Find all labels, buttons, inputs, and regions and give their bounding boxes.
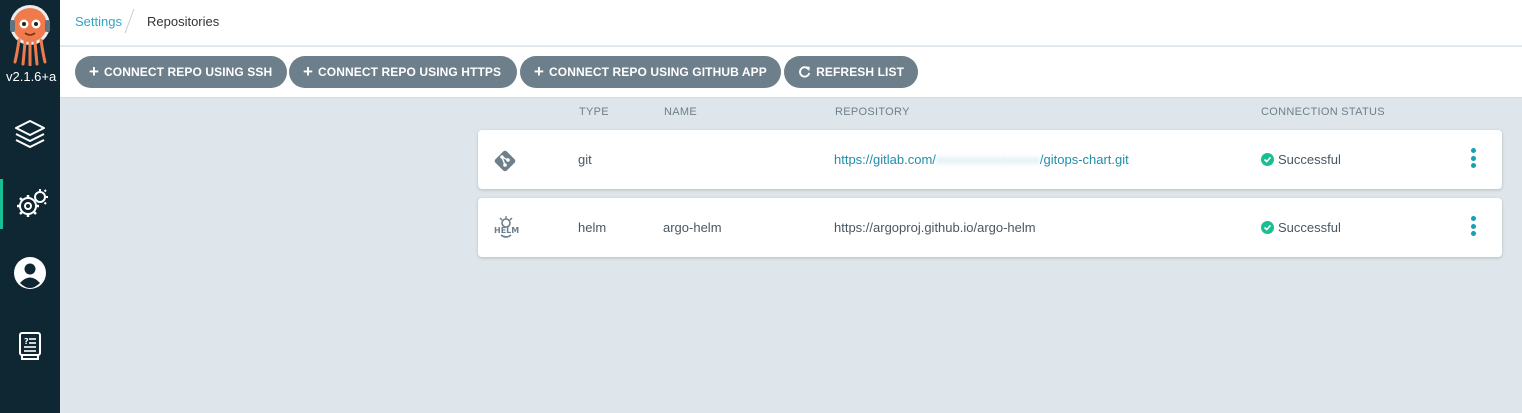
repo-url: https://argoproj.github.io/argo-helm (834, 220, 1036, 235)
plus-icon: + (303, 61, 314, 81)
column-header-repository: REPOSITORY (835, 106, 910, 118)
nav-user-info[interactable] (0, 248, 60, 298)
connect-ssh-label: CONNECT REPO USING SSH (104, 65, 273, 79)
repo-type: git (578, 152, 592, 167)
nav-applications[interactable] (0, 109, 60, 159)
table-row[interactable]: git https://gitlab.com/xxxxxxxxxxxxxxxx/… (478, 130, 1502, 189)
connection-status-text: Successful (1278, 152, 1341, 167)
refresh-icon (799, 66, 811, 78)
helm-icon: HELM (492, 216, 519, 240)
repo-url-suffix: /gitops-chart.git (1039, 152, 1129, 167)
refresh-list-button[interactable]: REFRESH LIST (784, 56, 918, 88)
column-header-connection-status: CONNECTION STATUS (1261, 106, 1385, 118)
docs-icon: ? (19, 332, 41, 360)
toolbar: + CONNECT REPO USING SSH + CONNECT REPO … (60, 47, 1522, 98)
column-header-type: TYPE (579, 106, 609, 118)
git-icon (492, 148, 518, 172)
layers-icon (15, 120, 45, 148)
connect-github-app-button[interactable]: + CONNECT REPO USING GITHUB APP (520, 56, 781, 88)
repo-type: helm (578, 220, 607, 235)
check-circle-icon (1261, 153, 1274, 166)
page-title: Repositories (147, 14, 220, 29)
repo-url-link[interactable]: https://gitlab.com/xxxxxxxxxxxxxxxx/gito… (834, 152, 1129, 167)
connection-status: Successful (1261, 220, 1341, 235)
repo-url-redacted: xxxxxxxxxxxxxxxx (935, 152, 1040, 167)
breadcrumb-settings-link[interactable]: Settings (75, 14, 122, 29)
svg-text:?: ? (24, 337, 29, 346)
column-header-name: NAME (664, 106, 697, 118)
connect-ssh-button[interactable]: + CONNECT REPO USING SSH (75, 56, 287, 88)
breadcrumb-separator (124, 8, 135, 34)
nav-documentation[interactable]: ? (0, 321, 60, 371)
repo-name: argo-helm (663, 220, 722, 235)
svg-text:HELM: HELM (494, 226, 519, 235)
row-actions-menu-icon[interactable] (1468, 216, 1478, 240)
breadcrumb: Settings Repositories (60, 0, 1522, 46)
version-label: v2.1.6+a (6, 69, 57, 84)
connect-github-label: CONNECT REPO USING GITHUB APP (549, 65, 767, 79)
connect-https-label: CONNECT REPO USING HTTPS (318, 65, 502, 79)
refresh-label: REFRESH LIST (816, 65, 904, 79)
nav-settings[interactable] (0, 179, 60, 229)
user-icon (14, 257, 46, 289)
row-actions-menu-icon[interactable] (1468, 148, 1478, 172)
table-row[interactable]: HELM helm argo-helm https://argoproj.git… (478, 198, 1502, 257)
connect-https-button[interactable]: + CONNECT REPO USING HTTPS (289, 56, 517, 88)
gears-icon (16, 189, 48, 217)
repo-url-prefix: https://gitlab.com/ (834, 152, 936, 167)
connection-status-text: Successful (1278, 220, 1341, 235)
plus-icon: + (89, 61, 100, 81)
connection-status: Successful (1261, 152, 1341, 167)
argo-logo[interactable] (7, 4, 53, 67)
check-circle-icon (1261, 221, 1274, 234)
plus-icon: + (534, 61, 545, 81)
sidebar: v2.1.6+a ? (0, 0, 60, 413)
